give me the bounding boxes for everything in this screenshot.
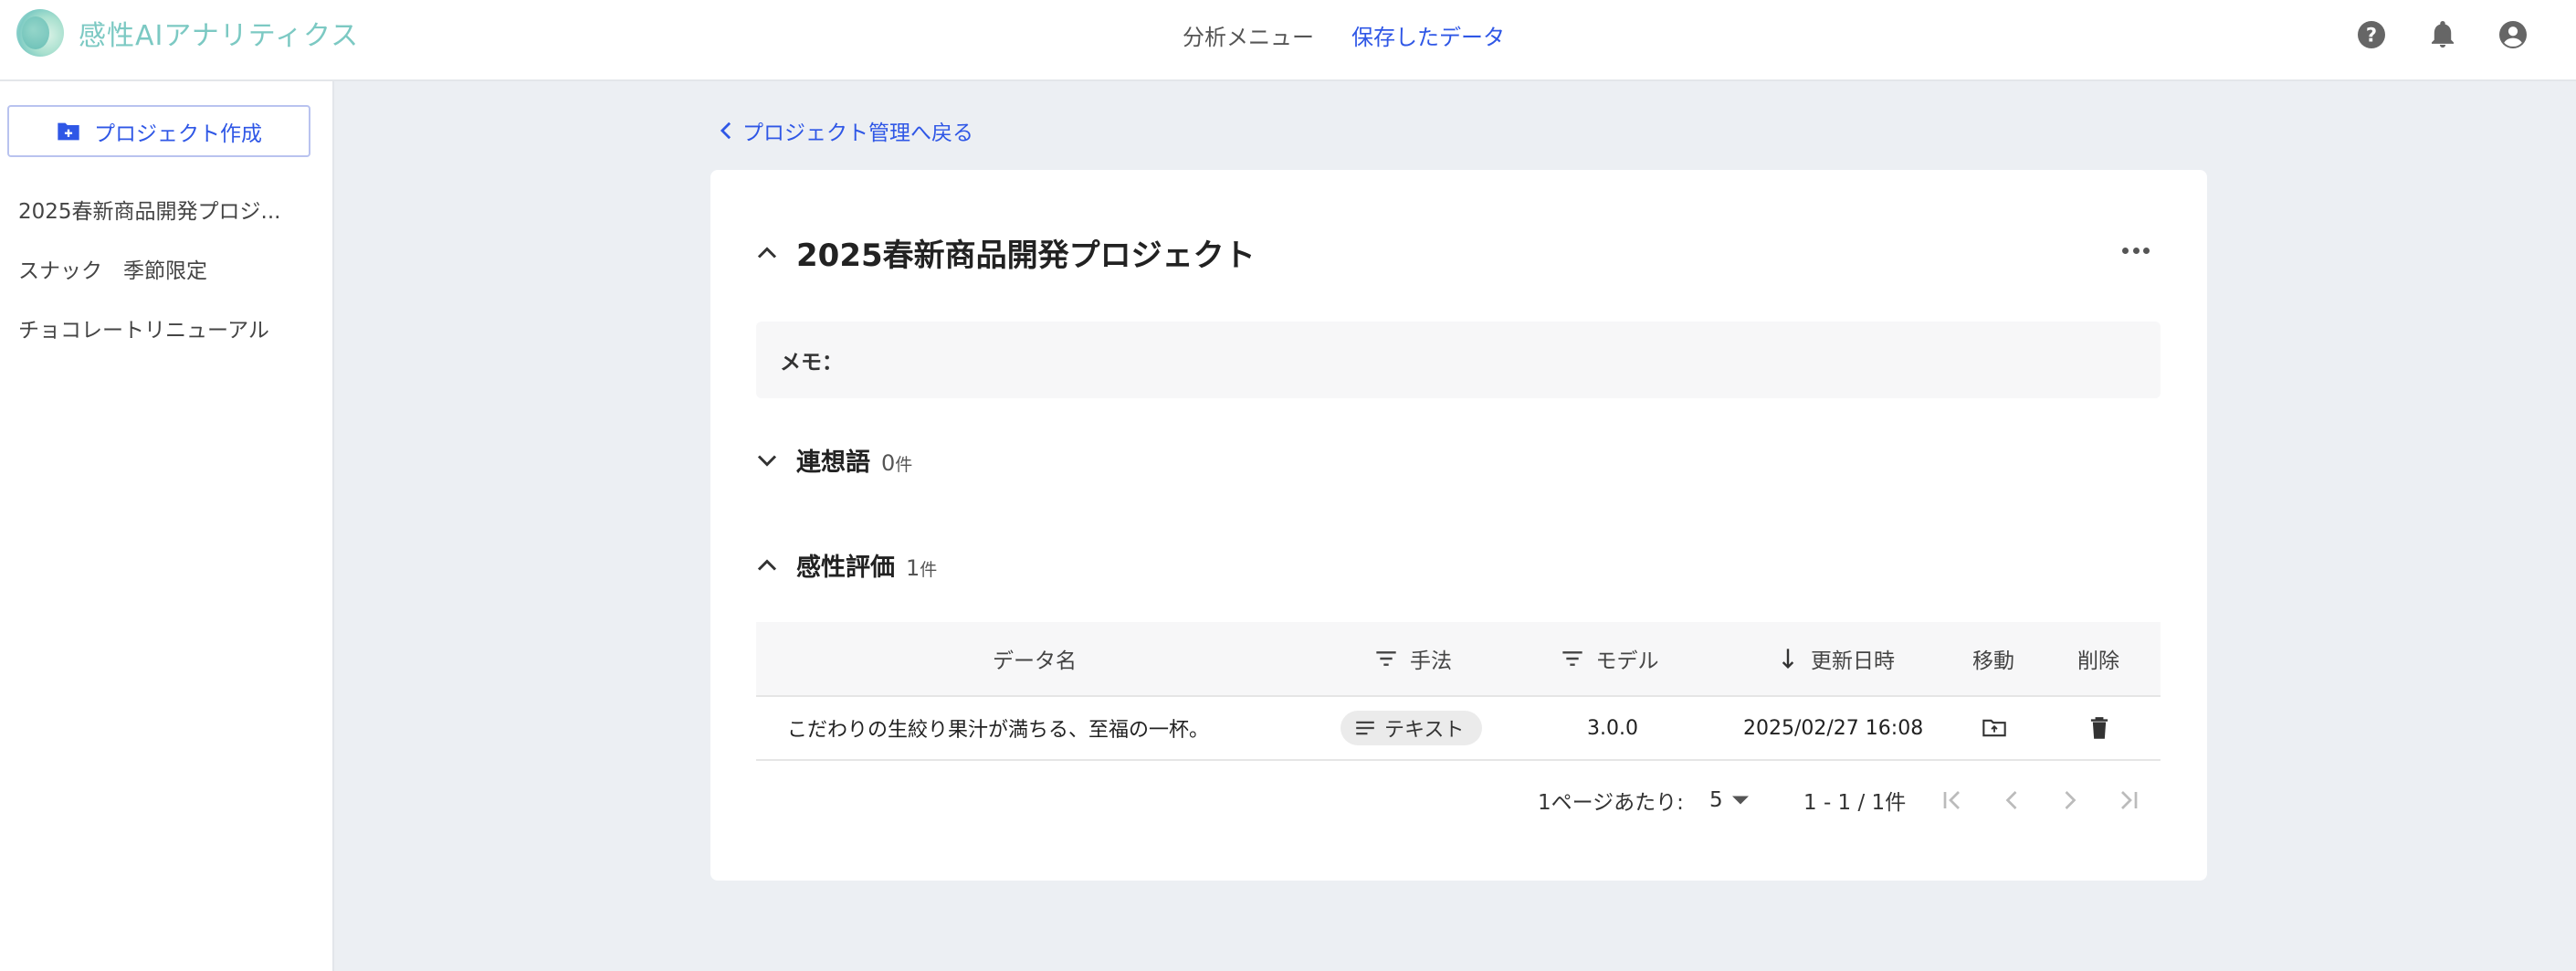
project-card: 2025春新商品開発プロジェクト メモ： 連想語 0 件 感性評価 1 件 デー…	[710, 170, 2207, 881]
help-icon[interactable]: ?	[2355, 18, 2388, 51]
sidebar-item-project[interactable]: スナック 季節限定	[18, 253, 207, 284]
section-count: 1	[906, 555, 920, 581]
back-link-label: プロジェクト管理へ戻る	[742, 121, 973, 145]
sidebar-item-project[interactable]: 2025春新商品開発プロジ...	[18, 194, 280, 225]
chevron-up-icon[interactable]	[756, 246, 778, 260]
section-count: 0	[881, 450, 896, 476]
next-page-icon[interactable]	[2062, 782, 2078, 818]
svg-text:?: ?	[2366, 25, 2377, 47]
caret-down-icon	[1731, 796, 1749, 805]
sidebar: プロジェクト作成 2025春新商品開発プロジ... スナック 季節限定 チョコレ…	[0, 81, 334, 971]
create-project-label: プロジェクト作成	[94, 121, 262, 146]
app-logo[interactable]: 感性AIアナリティクス	[16, 9, 359, 57]
column-header-name[interactable]: データ名	[939, 622, 1130, 695]
cell-updated: 2025/02/27 16:08	[1743, 716, 1924, 740]
section-count-unit: 件	[895, 455, 913, 475]
project-title: 2025春新商品開発プロジェクト	[796, 237, 1256, 274]
column-header-method[interactable]: 手法	[1363, 622, 1464, 695]
pagination-range: 1 - 1 / 1件	[1803, 791, 1907, 815]
memo-box[interactable]: メモ：	[756, 322, 2161, 398]
app-title: 感性AIアナリティクス	[79, 20, 360, 52]
arrow-down-icon[interactable]	[1782, 648, 1794, 670]
create-project-button[interactable]: プロジェクト作成	[7, 105, 310, 157]
filter-icon[interactable]	[1561, 650, 1583, 667]
nav-saved-data[interactable]: 保存したデータ	[1351, 0, 1505, 69]
cell-data-name[interactable]: こだわりの生絞り果汁が満ちる、至福の一杯。	[787, 697, 1209, 759]
last-page-icon[interactable]	[2117, 782, 2139, 818]
section-title: 感性評価	[796, 554, 895, 582]
delete-trash-icon[interactable]	[2089, 697, 2109, 759]
column-header-model[interactable]: モデル	[1551, 622, 1669, 695]
logo-mark-icon	[16, 9, 64, 57]
more-options-icon[interactable]	[2118, 241, 2154, 259]
section-kansei-evaluation: 感性評価 1 件	[756, 547, 937, 583]
bell-icon[interactable]	[2426, 18, 2459, 51]
first-page-icon[interactable]	[1942, 782, 1964, 818]
method-chip: テキスト	[1341, 711, 1483, 745]
folder-add-icon	[56, 121, 81, 142]
pagination: 1ページあたり: 5 1 - 1 / 1件	[710, 782, 2207, 818]
column-header-updated[interactable]: 更新日時	[1761, 622, 1916, 695]
column-header-delete: 削除	[2077, 649, 2119, 673]
section-title: 連想語	[796, 449, 870, 477]
per-page-select[interactable]: 5	[1709, 782, 1749, 818]
chevron-up-icon[interactable]	[756, 558, 778, 573]
chevron-down-icon[interactable]	[756, 453, 778, 468]
move-folder-icon[interactable]	[1982, 697, 2007, 759]
section-associated-words: 連想語 0 件	[756, 442, 912, 478]
chevron-left-icon	[720, 121, 731, 140]
prev-page-icon[interactable]	[2003, 782, 2020, 818]
per-page-label: 1ページあたり:	[1538, 791, 1684, 815]
top-header: 感性AIアナリティクス 分析メニュー 保存したデータ ?	[0, 0, 2576, 81]
project-header: 2025春新商品開発プロジェクト	[756, 230, 1256, 275]
column-header-move: 移動	[1972, 649, 2014, 673]
filter-icon[interactable]	[1375, 650, 1397, 667]
account-icon[interactable]	[2497, 18, 2529, 51]
nav-analysis-menu[interactable]: 分析メニュー	[1183, 0, 1314, 69]
cell-model: 3.0.0	[1587, 716, 1638, 740]
memo-label: メモ：	[780, 351, 843, 375]
cell-method: テキスト	[1341, 697, 1483, 759]
table-header: データ名 手法 モデル 更新日時 移動 削除	[756, 622, 2161, 697]
section-count-unit: 件	[920, 560, 938, 580]
sidebar-item-project[interactable]: チョコレートリニューアル	[18, 312, 269, 343]
table-row[interactable]: こだわりの生絞り果汁が満ちる、至福の一杯。 テキスト 3.0.0 2025/02…	[756, 697, 2161, 761]
text-lines-icon	[1356, 721, 1374, 735]
back-to-project-management-link[interactable]: プロジェクト管理へ戻る	[719, 115, 973, 146]
